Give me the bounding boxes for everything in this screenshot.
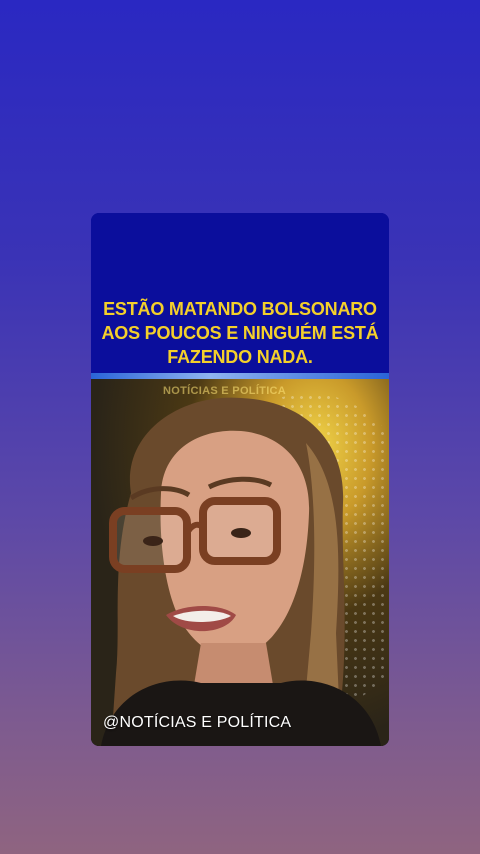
- story-card[interactable]: ESTÃO MATANDO BOLSONARO AOS POUCOS E NIN…: [91, 213, 389, 746]
- headline-band: ESTÃO MATANDO BOLSONARO AOS POUCOS E NIN…: [91, 213, 389, 373]
- presenter-image: [101, 397, 381, 746]
- headline-line-2: AOS POUCOS E NINGUÉM ESTÁ: [101, 323, 379, 343]
- video-frame[interactable]: NOTÍCIAS E POLÍTICA @NOTÍCIAS E POLÍTICA: [91, 373, 389, 746]
- headline-line-1: ESTÃO MATANDO BOLSONARO: [103, 299, 377, 319]
- headline-line-3: FAZENDO NADA.: [167, 347, 313, 367]
- headline: ESTÃO MATANDO BOLSONARO AOS POUCOS E NIN…: [91, 297, 389, 369]
- channel-handle: @NOTÍCIAS E POLÍTICA: [103, 714, 292, 731]
